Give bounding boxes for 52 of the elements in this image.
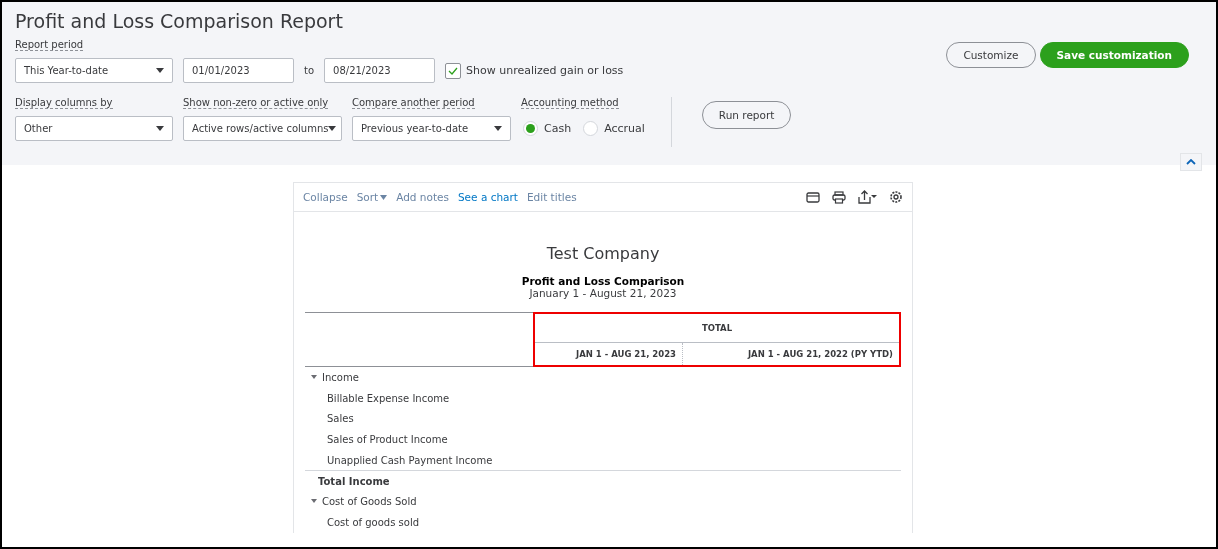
date-field[interactable]: 01/01/2023 (183, 58, 294, 83)
account-label: Sales of Product Income (326, 433, 448, 445)
caret-icon (328, 126, 337, 131)
caret-icon (311, 499, 317, 504)
account-label: Unapplied Cash Payment Income (326, 454, 493, 466)
column-header: JAN 1 - AUG 21, 2023 (574, 348, 677, 361)
to-label: to (304, 65, 315, 76)
caret-icon (156, 126, 164, 131)
dropdown-select[interactable]: Other (15, 116, 173, 141)
account-label: Billable Expense Income (326, 392, 450, 404)
page-title: Profit and Loss Comparison Report (15, 10, 343, 32)
chevron-icon (1186, 159, 1196, 165)
total-label: Total Income (317, 475, 390, 487)
collapse-panel-button[interactable] (1180, 153, 1202, 171)
check-icon (448, 66, 459, 75)
report-title: Profit and Loss Comparison (521, 275, 685, 287)
caret-icon (380, 194, 388, 200)
account-label: Cost of goods sold (326, 516, 419, 528)
toolbar-link[interactable]: Add notes (396, 191, 449, 203)
radio-label: Cash (544, 122, 572, 135)
radio-label: Accrual (604, 122, 645, 135)
field-label: Show non-zero or active only (183, 97, 329, 109)
checkbox[interactable] (445, 62, 462, 79)
export-icon[interactable] (858, 190, 877, 204)
caret-icon (494, 126, 502, 131)
toolbar-link[interactable]: Edit titles (526, 191, 577, 203)
report-period: January 1 - August 21, 2023 (529, 287, 677, 299)
group-row-label[interactable]: Cost of Goods Sold (305, 495, 417, 507)
dropdown-select[interactable]: Previous year-to-date (352, 116, 511, 141)
group-row-label[interactable]: Income (305, 371, 359, 383)
field-label: Report period (15, 39, 84, 51)
account-label: Sales (326, 413, 354, 425)
field-label: Display columns by (15, 97, 113, 109)
email-icon[interactable] (806, 191, 820, 203)
toolbar-link[interactable]: Collapse (303, 191, 348, 203)
company-name: Test Company (546, 244, 660, 263)
print-icon[interactable] (832, 190, 846, 204)
field-label: Accounting method (521, 97, 619, 109)
toolbar-link[interactable]: See a chart (457, 191, 518, 203)
period-select[interactable]: This Year-to-date (15, 58, 173, 83)
caret-icon (156, 68, 164, 73)
caret-icon (311, 375, 317, 380)
radio-button[interactable] (523, 121, 538, 136)
field-label: Compare another period (352, 97, 475, 109)
column-group-header: TOTAL (700, 322, 734, 335)
checkbox-label: Show unrealized gain or loss (466, 64, 624, 77)
toolbar-link[interactable]: Sort (356, 191, 388, 203)
dropdown-select[interactable]: Active rows/active columns (183, 116, 342, 141)
date-field[interactable]: 08/21/2023 (324, 58, 436, 83)
settings-icon[interactable] (889, 190, 903, 204)
column-header: JAN 1 - AUG 21, 2022 (PY YTD) (682, 343, 899, 365)
radio-button[interactable] (583, 121, 599, 136)
